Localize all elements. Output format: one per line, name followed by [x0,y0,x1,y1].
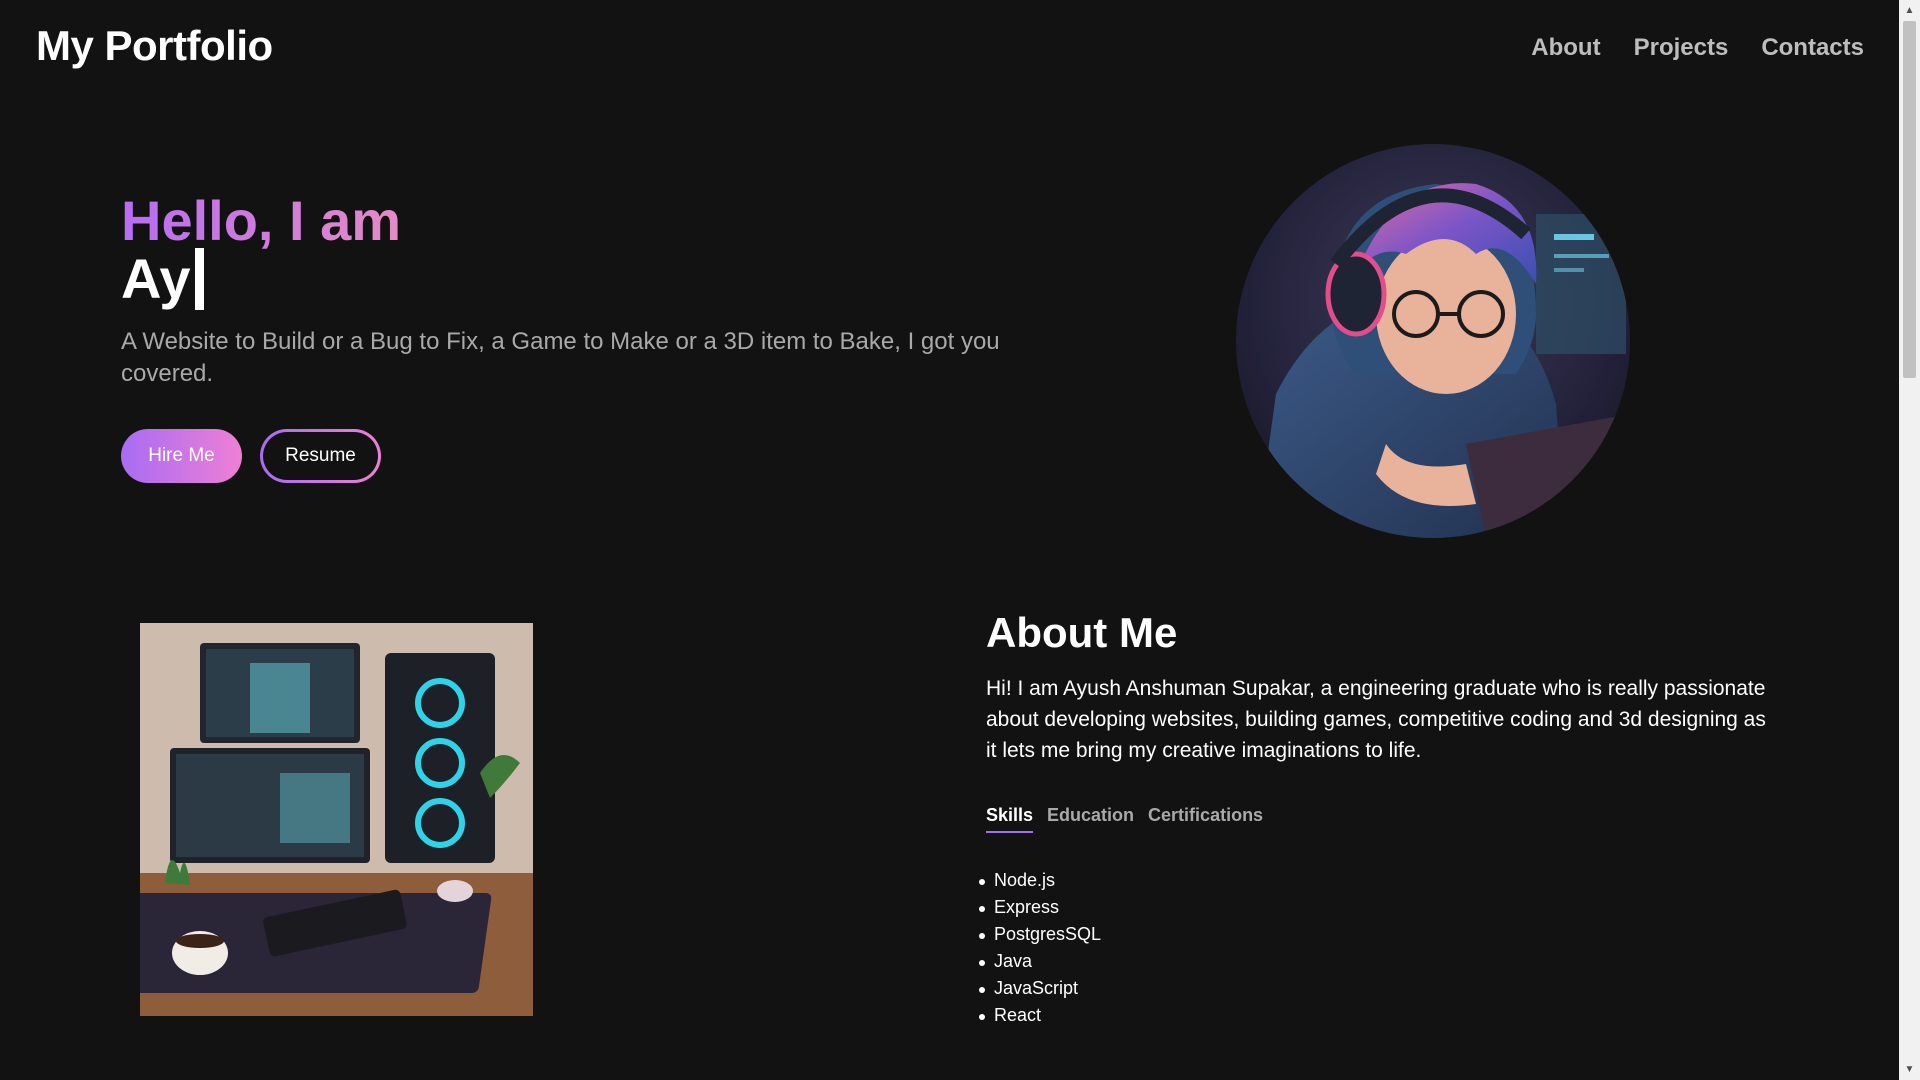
tab-education[interactable]: Education [1047,805,1134,833]
skill-item: JavaScript [978,975,1101,1002]
hero-tagline: A Website to Build or a Bug to Fix, a Ga… [121,328,1000,387]
chevron-up-icon[interactable]: ▲ [1899,0,1920,21]
main-nav: About Projects Contacts [1531,34,1864,62]
skill-item: Node.js [978,867,1101,894]
tab-certifications[interactable]: Certifications [1148,805,1263,833]
vertical-scrollbar[interactable]: ▲ ▼ [1899,0,1920,1080]
chevron-down-icon[interactable]: ▼ [1899,1059,1920,1080]
hero-greeting: Hello, I am [121,189,402,252]
skill-item: Express [978,894,1101,921]
desk-setup-image [140,623,533,1016]
scrollbar-thumb[interactable] [1903,21,1916,378]
site-logo[interactable]: My Portfolio [36,22,273,70]
typing-cursor [194,248,204,310]
skill-item: Java [978,948,1101,975]
desk-illustration [140,623,533,1016]
hire-me-button[interactable]: Hire Me [121,429,242,483]
hero-typed-name: Ay [121,248,204,310]
nav-about[interactable]: About [1531,34,1600,62]
portfolio-page: My Portfolio About Projects Contacts Hel… [0,0,1920,1080]
resume-button[interactable]: Resume [260,429,381,483]
profile-avatar [1236,144,1630,538]
avatar-illustration [1256,183,1630,538]
skills-list: Node.js Express PostgresSQL Java JavaScr… [978,867,1101,1029]
tab-skills[interactable]: Skills [986,805,1034,833]
skill-item: React [978,1002,1101,1029]
about-tabs: Skills Education Certifications [986,805,1263,833]
about-text: Hi! I am Ayush Anshuman Supakar, a engin… [986,677,1766,762]
nav-contacts[interactable]: Contacts [1761,34,1864,62]
nav-projects[interactable]: Projects [1634,34,1729,62]
about-title: About Me [986,609,1178,656]
typed-text: Ay [121,247,191,310]
skill-item: PostgresSQL [978,921,1101,948]
